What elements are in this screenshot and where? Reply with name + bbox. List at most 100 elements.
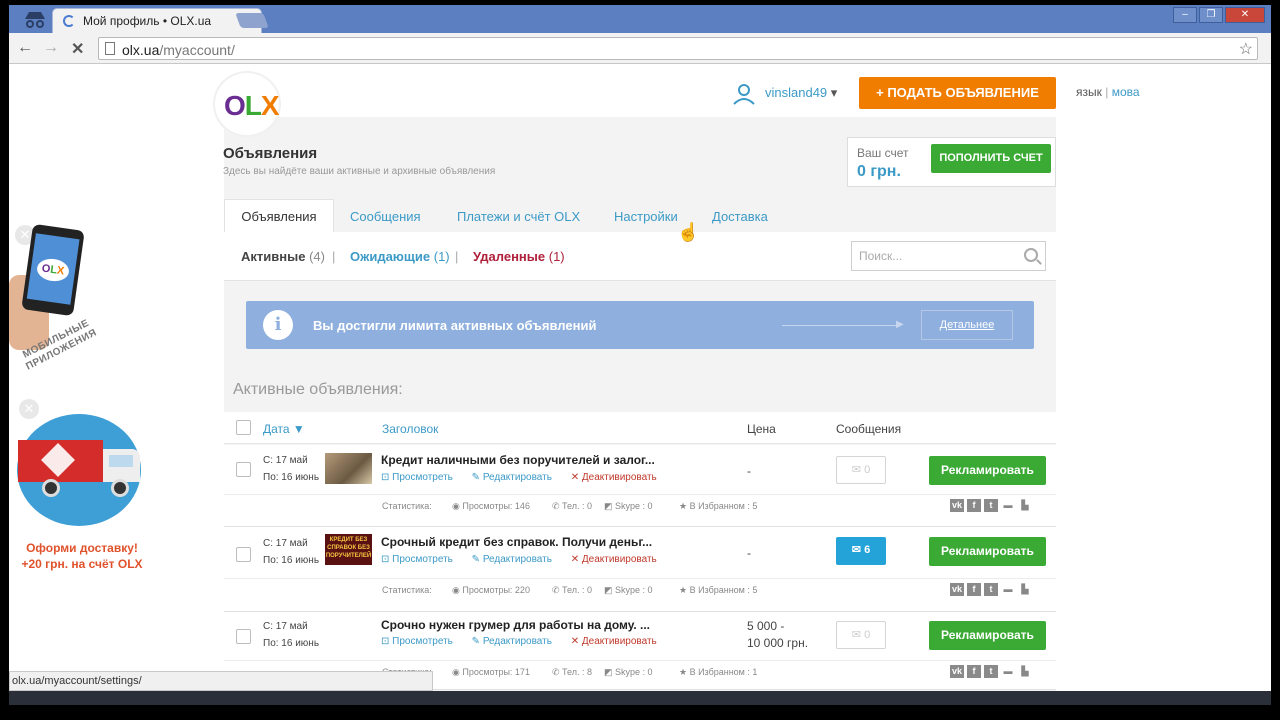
ad-actions: ⊡ Просмотреть ✎ Редактировать ✕ Деактиви…	[381, 472, 673, 483]
phone-stat: ✆ Тел. : 0	[552, 585, 593, 595]
deactivate-link[interactable]: ✕ Деактивировать	[571, 554, 665, 565]
print-icon[interactable]: ▬	[1001, 665, 1015, 678]
ad-actions: ⊡ Просмотреть ✎ Редактировать ✕ Деактиви…	[381, 636, 673, 647]
ad-thumbnail[interactable]: КРЕДИТ БЕЗ СПРАВОК БЕЗ ПОРУЧИТЕЛЕЙ	[325, 534, 372, 565]
vk-icon[interactable]: vk	[950, 499, 964, 512]
forward-icon[interactable]: →	[43, 39, 59, 57]
tab-payments[interactable]: Платежи и счёт OLX	[457, 209, 580, 224]
tab-ads[interactable]: Объявления	[224, 199, 334, 233]
view-label: Просмотреть	[392, 636, 453, 647]
maximize-button[interactable]: ❐	[1199, 7, 1223, 23]
filter-pending[interactable]: Ожидающие (1)	[350, 249, 450, 264]
messages-count: 0	[864, 464, 871, 476]
favorites-stat: ★ В Избранном : 1	[679, 667, 758, 677]
print-icon[interactable]: ▬	[1001, 583, 1015, 596]
row-dates: С: 17 май По: 16 июнь	[263, 535, 319, 569]
details-button[interactable]: Детальнее	[921, 310, 1013, 340]
olx-app-logo: OLX	[35, 256, 71, 284]
twitter-icon[interactable]: t	[984, 665, 998, 678]
row-checkbox[interactable]	[236, 547, 251, 562]
twitter-icon[interactable]: t	[984, 583, 998, 596]
new-tab-button[interactable]	[235, 13, 269, 28]
filter-active[interactable]: Активные (4)	[241, 249, 325, 264]
edit-label: Редактировать	[482, 472, 552, 483]
promote-button[interactable]: Рекламировать	[929, 456, 1046, 485]
promote-button[interactable]: Рекламировать	[929, 621, 1046, 650]
vk-icon[interactable]: vk	[950, 583, 964, 596]
phone-value: Тел. : 8	[562, 667, 593, 677]
search-icon[interactable]	[1024, 248, 1038, 262]
wheel-icon	[42, 479, 60, 497]
edit-link[interactable]: ✎ Редактировать	[472, 472, 560, 483]
ad-price: 5 000 - 10 000 грн.	[747, 618, 808, 652]
ad-stats: Статистика: ◉ Просмотры: 146 ✆ Тел. : 0 …	[224, 494, 1056, 516]
messages-button[interactable]: ✉ 0	[836, 456, 886, 484]
olx-logo[interactable]: OLX	[215, 73, 280, 135]
topup-button[interactable]: ПОПОЛНИТЬ СЧЕТ	[931, 144, 1051, 173]
back-icon[interactable]: ←	[17, 39, 33, 57]
browser-window: Мой профиль • OLX.ua ✕ – ❐ ✕ ← → ✕ olx.u…	[9, 5, 1271, 705]
ad-title[interactable]: Кредит наличными без поручителей и залог…	[381, 453, 655, 467]
row-checkbox[interactable]	[236, 462, 251, 477]
user-icon[interactable]	[733, 83, 755, 105]
tab-settings[interactable]: Настройки	[614, 209, 678, 224]
export-icon[interactable]: ▙	[1018, 499, 1032, 512]
filter-deleted[interactable]: Удаленные (1)	[473, 249, 565, 264]
bookmark-star-icon[interactable]: ☆	[1239, 39, 1253, 59]
edit-link[interactable]: ✎ Редактировать	[472, 636, 560, 647]
select-all-checkbox[interactable]	[236, 420, 251, 435]
address-bar[interactable]: olx.ua/myaccount/ ☆	[98, 37, 1258, 60]
export-icon[interactable]: ▙	[1018, 665, 1032, 678]
minimize-button[interactable]: –	[1173, 7, 1197, 23]
promote-button[interactable]: Рекламировать	[929, 537, 1046, 566]
view-link[interactable]: ⊡ Просмотреть	[381, 554, 461, 565]
stats-label: Статистика:	[382, 585, 432, 595]
messages-button[interactable]: ✉ 0	[836, 621, 886, 649]
post-ad-button[interactable]: + ПОДАТЬ ОБЪЯВЛЕНИЕ	[859, 77, 1056, 109]
filter-active-label: Активные	[241, 249, 306, 264]
close-window-button[interactable]: ✕	[1225, 7, 1265, 23]
stop-icon[interactable]: ✕	[71, 39, 84, 59]
search-input[interactable]: Поиск...	[851, 241, 1046, 271]
browser-tab[interactable]: Мой профиль • OLX.ua ✕	[52, 8, 262, 33]
date-from: С: 17 май	[263, 455, 308, 466]
facebook-icon[interactable]: f	[967, 665, 981, 678]
deactivate-link[interactable]: ✕ Деактивировать	[571, 472, 665, 483]
ad-thumbnail[interactable]	[325, 453, 372, 484]
vk-icon[interactable]: vk	[950, 665, 964, 678]
deactivate-link[interactable]: ✕ Деактивировать	[571, 636, 665, 647]
title-header[interactable]: Заголовок	[382, 422, 438, 436]
row-checkbox[interactable]	[236, 629, 251, 644]
table-row: С: 17 май По: 16 июнь КРЕДИТ БЕЗ СПРАВОК …	[224, 527, 1056, 612]
logo-letter-o: O	[224, 90, 246, 121]
views-stat: ◉ Просмотры: 220	[452, 585, 530, 595]
mobile-app-ad[interactable]: OLX	[21, 223, 85, 317]
messages-button[interactable]: ✉ 6	[836, 537, 886, 565]
tab-messages[interactable]: Сообщения	[350, 209, 421, 224]
delivery-ad-text[interactable]: Оформи доставку! +20 грн. на счёт OLX	[9, 540, 155, 572]
ad-title[interactable]: Срочно нужен грумер для работы на дому. …	[381, 618, 650, 632]
page-content: OLX vinsland49 ▾ + ПОДАТЬ ОБЪЯВЛЕНИЕ язы…	[9, 65, 1271, 705]
date-header-label: Дата	[263, 422, 290, 436]
view-link[interactable]: ⊡ Просмотреть	[381, 636, 461, 647]
ad-title[interactable]: Срочный кредит без справок. Получи деньг…	[381, 535, 652, 549]
view-label: Просмотреть	[392, 554, 453, 565]
delivery-ad-close-icon[interactable]: ✕	[19, 399, 39, 419]
user-menu[interactable]: vinsland49 ▾	[765, 85, 837, 101]
delivery-text-1: Оформи доставку!	[26, 541, 138, 555]
facebook-icon[interactable]: f	[967, 499, 981, 512]
mouse-cursor-icon: ☝	[677, 222, 700, 242]
skype-value: Skype : 0	[615, 667, 653, 677]
twitter-icon[interactable]: t	[984, 499, 998, 512]
edit-link[interactable]: ✎ Редактировать	[472, 554, 560, 565]
facebook-icon[interactable]: f	[967, 583, 981, 596]
arrow-right-icon: ▶	[896, 319, 904, 330]
date-sort-header[interactable]: Дата ▼	[263, 422, 305, 436]
sort-down-icon: ▼	[292, 422, 305, 436]
export-icon[interactable]: ▙	[1018, 583, 1032, 596]
tab-delivery[interactable]: Доставка	[712, 209, 768, 224]
print-icon[interactable]: ▬	[1001, 499, 1015, 512]
lang-option-ukrainian[interactable]: мова	[1112, 85, 1140, 99]
share-icons: vk f t ▬ ▙	[950, 499, 1032, 512]
view-link[interactable]: ⊡ Просмотреть	[381, 472, 461, 483]
